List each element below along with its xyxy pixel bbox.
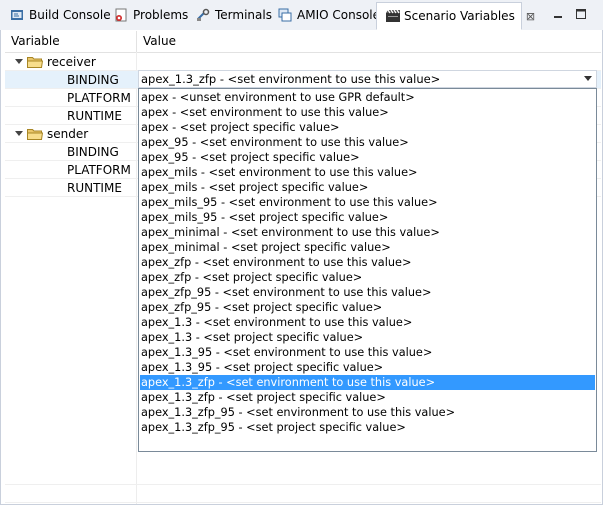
tree-label: RUNTIME: [67, 109, 122, 123]
dropdown-option[interactable]: apex_mils - <set project specific value>: [140, 180, 595, 195]
dropdown-option[interactable]: apex_mils_95 - <set environment to use t…: [140, 195, 595, 210]
amio-console-icon: [278, 8, 292, 22]
tab-scenario-variables[interactable]: Scenario Variables ⊠: [376, 2, 535, 30]
tree-label: PLATFORM: [67, 91, 131, 105]
empty-row: [5, 467, 601, 485]
tree-label: receiver: [47, 55, 96, 69]
dropdown-option[interactable]: apex_zfp - <set environment to use this …: [140, 255, 595, 270]
terminal-icon: [196, 8, 210, 22]
tree-label: RUNTIME: [67, 181, 122, 195]
dropdown-option[interactable]: apex_mils_95 - <set project specific val…: [140, 210, 595, 225]
tab-label: Build Console: [29, 8, 111, 22]
empty-row: [5, 485, 601, 503]
dropdown-option[interactable]: apex_1.3_zfp_95 - <set environment to us…: [140, 405, 595, 420]
tree-label: sender: [47, 127, 89, 141]
scenario-variables-icon: [385, 9, 400, 23]
value-combo[interactable]: apex_1.3_zfp - <set environment to use t…: [138, 70, 597, 88]
tab-label: Scenario Variables: [404, 9, 515, 23]
tab-amio-console[interactable]: AMIO Console: [270, 2, 380, 28]
value-dropdown-list[interactable]: apex - <unset environment to use GPR def…: [138, 88, 597, 452]
expand-arrow-icon[interactable]: [15, 131, 23, 136]
tab-label: Terminals: [215, 8, 272, 22]
expand-arrow-icon[interactable]: [15, 59, 23, 64]
tab-build-console[interactable]: Build Console: [2, 2, 111, 28]
dropdown-option[interactable]: apex_minimal - <set environment to use t…: [140, 225, 595, 240]
combo-value: apex_1.3_zfp - <set environment to use t…: [141, 72, 441, 86]
dropdown-option[interactable]: apex_1.3_95 - <set project specific valu…: [140, 360, 595, 375]
dropdown-option[interactable]: apex_1.3_zfp_95 - <set project specific …: [140, 420, 595, 435]
tab-label: AMIO Console: [297, 8, 380, 22]
folder-icon: [27, 56, 44, 68]
folder-icon: [27, 128, 44, 140]
tree-row-receiver[interactable]: receiver: [5, 53, 601, 71]
dropdown-option[interactable]: apex_minimal - <set project specific val…: [140, 240, 595, 255]
dropdown-option[interactable]: apex - <set project specific value>: [140, 120, 595, 135]
tree-label: BINDING: [67, 73, 119, 87]
tab-terminals[interactable]: Terminals: [188, 2, 272, 28]
dropdown-option[interactable]: apex_zfp - <set project specific value>: [140, 270, 595, 285]
dropdown-option[interactable]: apex_1.3_95 - <set environment to use th…: [140, 345, 595, 360]
dropdown-option[interactable]: apex_zfp_95 - <set project specific valu…: [140, 300, 595, 315]
dropdown-option[interactable]: apex_mils - <set environment to use this…: [140, 165, 595, 180]
dropdown-option[interactable]: apex_zfp_95 - <set environment to use th…: [140, 285, 595, 300]
dropdown-option[interactable]: apex_1.3 - <set environment to use this …: [140, 315, 595, 330]
tab-problems[interactable]: Problems: [106, 2, 188, 28]
dropdown-option[interactable]: apex - <set environment to use this valu…: [140, 105, 595, 120]
maximize-button[interactable]: [574, 7, 588, 21]
dropdown-option[interactable]: apex_1.3 - <set project specific value>: [140, 330, 595, 345]
view-tab-bar: Build Console Problems Terminals AMIO Co…: [0, 0, 603, 31]
problems-icon: [114, 8, 128, 22]
dropdown-option[interactable]: apex - <unset environment to use GPR def…: [140, 90, 595, 105]
table-header: Variable Value: [5, 31, 601, 53]
chevron-down-icon[interactable]: [584, 76, 592, 81]
close-icon[interactable]: ⊠: [526, 10, 535, 23]
tree-label: BINDING: [67, 145, 119, 159]
minimize-button[interactable]: [551, 7, 565, 21]
column-header-variable[interactable]: Variable: [11, 31, 60, 52]
tab-label: Problems: [133, 8, 189, 22]
dropdown-option[interactable]: apex_95 - <set environment to use this v…: [140, 135, 595, 150]
console-icon: [10, 8, 24, 22]
dropdown-option[interactable]: apex_1.3_zfp - <set environment to use t…: [140, 375, 595, 390]
column-header-value[interactable]: Value: [143, 31, 176, 52]
column-divider[interactable]: [136, 31, 137, 52]
dropdown-option[interactable]: apex_95 - <set project specific value>: [140, 150, 595, 165]
tree-label: PLATFORM: [67, 163, 131, 177]
dropdown-option[interactable]: apex_1.3_zfp - <set project specific val…: [140, 390, 595, 405]
